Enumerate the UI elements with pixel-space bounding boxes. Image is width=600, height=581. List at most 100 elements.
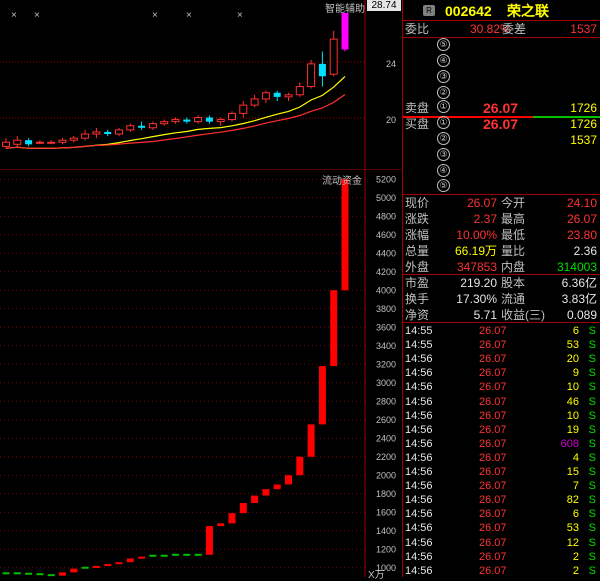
- capital-flow-bar[interactable]: [115, 562, 123, 565]
- candle[interactable]: [13, 136, 22, 147]
- candle[interactable]: [273, 90, 281, 101]
- r-badge[interactable]: R: [423, 5, 435, 16]
- capital-flow-bar[interactable]: [13, 572, 21, 575]
- candle[interactable]: [104, 129, 112, 137]
- table-row[interactable]: 14:56 26.07 12 S: [403, 536, 600, 550]
- candle[interactable]: [216, 117, 225, 126]
- candle[interactable]: [250, 94, 259, 108]
- capital-flow-bar[interactable]: [217, 523, 225, 527]
- table-row[interactable]: 14:55 26.07 53 S: [403, 338, 600, 352]
- candle[interactable]: [138, 121, 146, 130]
- candle[interactable]: [25, 138, 33, 147]
- capital-flow-bar[interactable]: [318, 366, 326, 425]
- sell-level-1[interactable]: 卖盘 ① 26.07 1726: [403, 100, 600, 116]
- candle[interactable]: [69, 136, 78, 143]
- table-row[interactable]: 14:56 26.07 82 S: [403, 493, 600, 507]
- table-row[interactable]: 14:56 26.07 15 S: [403, 465, 600, 479]
- close-icon[interactable]: ×: [11, 10, 17, 21]
- candlestick-chart[interactable]: 24 20: [0, 0, 402, 170]
- capital-flow-bar[interactable]: [25, 572, 33, 575]
- buy-level-2[interactable]: ② 1537: [403, 132, 600, 148]
- candle[interactable]: [115, 127, 123, 137]
- capital-flow-bar[interactable]: [285, 475, 292, 485]
- table-row[interactable]: 14:55 26.07 6 S: [403, 324, 600, 338]
- table-row[interactable]: 14:56 26.07 20 S: [403, 352, 600, 366]
- table-row[interactable]: 14:56 26.07 6 S: [403, 507, 600, 521]
- capital-flow-bar[interactable]: [92, 565, 100, 568]
- table-row[interactable]: 14:56 26.07 46 S: [403, 395, 600, 409]
- candle[interactable]: [329, 30, 338, 77]
- table-row[interactable]: 14:56 26.07 10 S: [403, 409, 600, 423]
- candle[interactable]: [47, 140, 56, 145]
- capital-flow-bar[interactable]: [2, 572, 10, 575]
- candle[interactable]: [160, 119, 169, 126]
- buy-level-1[interactable]: 买盘 ① 26.07 1726: [403, 116, 600, 132]
- close-icon[interactable]: ×: [34, 10, 40, 21]
- table-row[interactable]: 14:56 26.07 4 S: [403, 451, 600, 465]
- capital-flow-bar[interactable]: [239, 503, 247, 514]
- candle[interactable]: [228, 111, 236, 122]
- table-row[interactable]: 14:56 26.07 9 S: [403, 366, 600, 380]
- table-row[interactable]: 14:56 26.07 19 S: [403, 423, 600, 437]
- capital-flow-bar[interactable]: [104, 564, 112, 567]
- capital-flow-bar[interactable]: [307, 424, 315, 457]
- candle[interactable]: [92, 127, 101, 139]
- candle[interactable]: [239, 101, 248, 118]
- table-row[interactable]: 14:56 26.07 53 S: [403, 521, 600, 535]
- capital-flow-bar[interactable]: [194, 553, 202, 556]
- capital-flow-bar[interactable]: [70, 568, 78, 573]
- candle[interactable]: [318, 51, 326, 87]
- table-row[interactable]: 14:56 26.07 2 S: [403, 564, 600, 578]
- capital-flow-bar[interactable]: [59, 572, 66, 576]
- candle[interactable]: [205, 115, 213, 124]
- capital-flow-bar[interactable]: [81, 566, 89, 569]
- candle[interactable]: [58, 138, 67, 145]
- candle[interactable]: [284, 92, 293, 101]
- capital-flow-bar[interactable]: [205, 526, 213, 555]
- trade-price: 26.07: [479, 466, 507, 478]
- capital-flow-bar[interactable]: [160, 554, 168, 557]
- level-3-icon: ③: [437, 148, 450, 161]
- candle[interactable]: [148, 121, 157, 130]
- capital-flow-bar[interactable]: [262, 489, 270, 496]
- capital-flow-bar[interactable]: [172, 553, 179, 556]
- capital-flow-bar[interactable]: [183, 553, 191, 556]
- y-tick-label: 3200: [376, 359, 396, 369]
- table-row[interactable]: 14:56 26.07 608 S: [403, 437, 600, 451]
- capital-flow-bar[interactable]: [138, 556, 146, 559]
- candle[interactable]: [261, 90, 270, 104]
- candle[interactable]: [126, 123, 135, 132]
- y-tick-label: 4200: [376, 267, 396, 277]
- candle[interactable]: [35, 140, 44, 145]
- capital-flow-bar[interactable]: [36, 573, 44, 576]
- capital-flow-bar[interactable]: [126, 558, 134, 563]
- capital-flow-bar[interactable]: [341, 179, 349, 291]
- candle[interactable]: [2, 138, 10, 149]
- capital-flow-bar[interactable]: [228, 513, 236, 524]
- table-row[interactable]: 14:56 26.07 7 S: [403, 479, 600, 493]
- capital-flow-bar[interactable]: [273, 484, 281, 490]
- candle[interactable]: [295, 82, 304, 97]
- candle[interactable]: [341, 12, 349, 52]
- fundamental-value: 5.71: [473, 308, 497, 322]
- trade-volume: 7: [572, 480, 579, 493]
- trade-price: 26.07: [479, 522, 507, 535]
- close-icon[interactable]: ×: [237, 10, 243, 21]
- trade-price: 26.07: [479, 325, 507, 337]
- capital-flow-chart[interactable]: 5200 5000 4800 4600 4400 4200 4000 3800 3600 3400…: [0, 170, 402, 577]
- wei-cha-label: 委差: [502, 22, 527, 36]
- close-icon[interactable]: ×: [152, 10, 158, 21]
- candle[interactable]: [81, 129, 90, 141]
- capital-flow-bar[interactable]: [251, 495, 259, 503]
- candle[interactable]: [194, 115, 203, 124]
- table-row[interactable]: 14:56 26.07 10 S: [403, 380, 600, 394]
- close-icon[interactable]: ×: [186, 10, 192, 21]
- capital-flow-bar[interactable]: [47, 574, 55, 577]
- capital-flow-bar[interactable]: [330, 290, 338, 367]
- candle[interactable]: [307, 59, 316, 89]
- level-4-icon: ④: [437, 164, 450, 177]
- capital-flow-bar[interactable]: [296, 456, 304, 476]
- table-row[interactable]: 14:56 26.07 2 S: [403, 550, 600, 564]
- capital-flow-bar[interactable]: [149, 554, 157, 557]
- fundamental-label: 市盈: [405, 276, 430, 290]
